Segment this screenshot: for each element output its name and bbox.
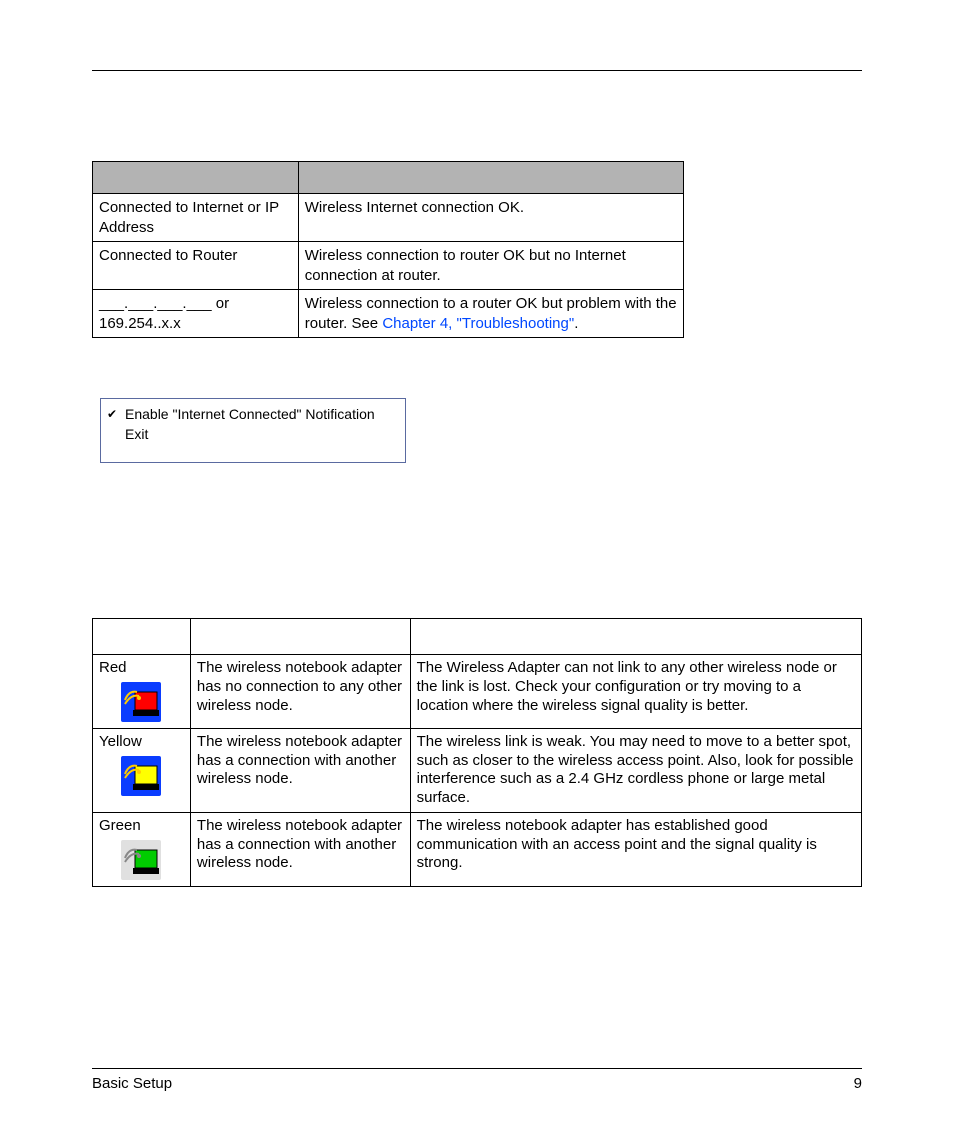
menu-item-enable-notification: ✔ Enable "Internet Connected" Notificati… <box>107 405 399 425</box>
table-header-cell <box>93 619 191 655</box>
color-cell-red: Red <box>93 655 191 729</box>
troubleshooting-link[interactable]: Chapter 4, "Troubleshooting" <box>382 315 574 332</box>
table-row: Red The wireless notebook adapter has no… <box>93 655 862 729</box>
condition-cell: The wireless notebook adapter has a conn… <box>190 728 410 812</box>
wireless-status-green-icon <box>99 838 184 882</box>
checkmark-icon: ✔ <box>107 406 125 423</box>
condition-cell: The wireless notebook adapter has a conn… <box>190 812 410 886</box>
condition-cell: The wireless notebook adapter has no con… <box>190 655 410 729</box>
table-header-row <box>93 619 862 655</box>
table-header-cell <box>190 619 410 655</box>
color-label: Yellow <box>99 733 184 752</box>
status-desc-cell: Wireless connection to a router OK but p… <box>298 290 683 338</box>
color-label: Red <box>99 659 184 678</box>
color-cell-green: Green <box>93 812 191 886</box>
table-header-cell <box>410 619 861 655</box>
table-header-cell <box>93 162 299 194</box>
menu-item-exit: Exit <box>107 425 399 445</box>
wireless-status-red-icon <box>99 680 184 724</box>
footer-rule <box>92 1068 862 1069</box>
table-row: Green The wireless notebook adapter has … <box>93 812 862 886</box>
status-desc-cell: Wireless Internet connection OK. <box>298 194 683 242</box>
color-cell-yellow: Yellow <box>93 728 191 812</box>
header-rule <box>92 70 862 71</box>
context-menu-figure: ✔ Enable "Internet Connected" Notificati… <box>100 398 406 463</box>
description-cell: The Wireless Adapter can not link to any… <box>410 655 861 729</box>
table-row: Yellow The wireless notebook adapter has… <box>93 728 862 812</box>
color-label: Green <box>99 817 184 836</box>
desc-text-post: . <box>574 315 578 332</box>
status-label-cell: ___.___.___.___ or 169.254..x.x <box>93 290 299 338</box>
connection-status-table: Connected to Internet or IP Address Wire… <box>92 161 684 338</box>
table-row: Connected to Router Wireless connection … <box>93 242 684 290</box>
wireless-status-yellow-icon <box>99 754 184 798</box>
table-header-cell <box>298 162 683 194</box>
menu-item-label: Enable "Internet Connected" Notification <box>125 405 375 425</box>
page-number: 9 <box>854 1075 862 1092</box>
page-footer: Basic Setup 9 <box>92 1068 862 1092</box>
document-page: Connected to Internet or IP Address Wire… <box>0 0 954 1145</box>
menu-item-label: Exit <box>125 425 148 445</box>
table-row: ___.___.___.___ or 169.254..x.x Wireless… <box>93 290 684 338</box>
description-cell: The wireless link is weak. You may need … <box>410 728 861 812</box>
table-header-row <box>93 162 684 194</box>
footer-section-title: Basic Setup <box>92 1075 172 1092</box>
status-label-cell: Connected to Internet or IP Address <box>93 194 299 242</box>
status-label-cell: Connected to Router <box>93 242 299 290</box>
description-cell: The wireless notebook adapter has establ… <box>410 812 861 886</box>
color-status-table: Red The wireless notebook adapter has no… <box>92 618 862 887</box>
table-row: Connected to Internet or IP Address Wire… <box>93 194 684 242</box>
status-desc-cell: Wireless connection to router OK but no … <box>298 242 683 290</box>
